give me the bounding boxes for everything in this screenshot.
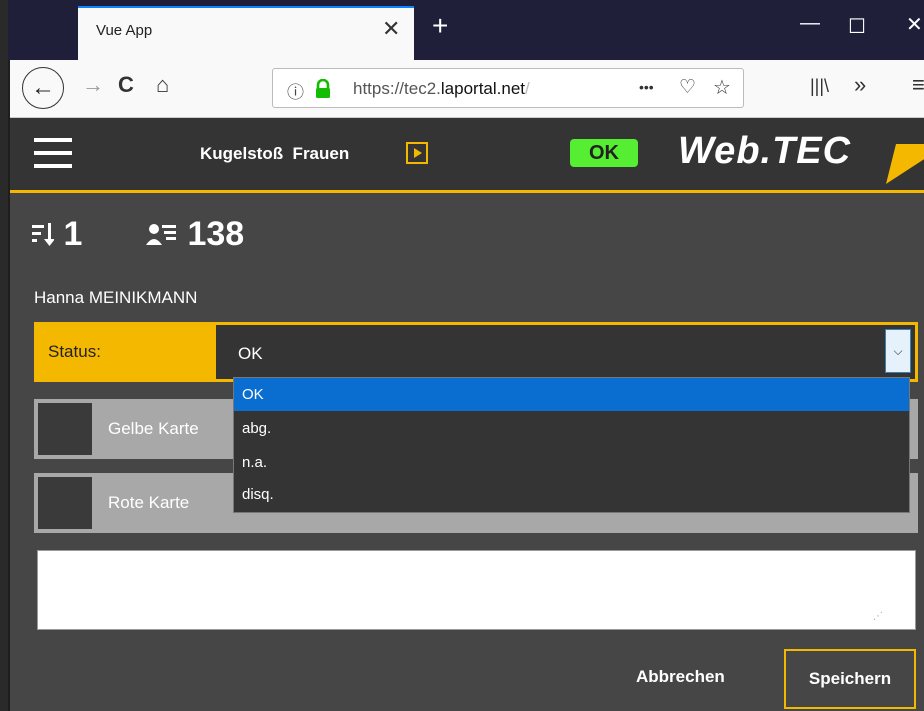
library-icon[interactable]: |||\ — [810, 76, 829, 97]
hamburger-menu-icon[interactable] — [34, 138, 72, 168]
bookmark-star-icon[interactable]: ☆ — [713, 75, 731, 100]
status-label: Status: — [48, 342, 101, 361]
maximize-icon[interactable]: ☐ — [848, 14, 866, 39]
status-selected-value: OK — [238, 344, 263, 363]
notes-textarea[interactable] — [37, 550, 916, 630]
app-header: Kugelstoß Frauen OK Web.TEC — [10, 118, 924, 190]
home-icon[interactable]: ⌂ — [156, 72, 169, 98]
status-field: Status: OK ⌵ — [34, 322, 918, 382]
window-edge — [0, 0, 8, 711]
yellow-card-label: Gelbe Karte — [108, 419, 199, 438]
main-content: 1 138 Hanna MEINIKMANN Status: OK ⌵ Gelb… — [10, 193, 924, 711]
lock-icon — [315, 78, 331, 104]
brand-logo-mark-icon — [886, 144, 924, 184]
forward-icon[interactable]: → — [82, 72, 104, 98]
url-text[interactable]: https://tec2.laportal.net/ — [353, 79, 530, 99]
athlete-list-icon — [146, 224, 176, 245]
app-window: Vue App ✕ + — ☐ ✕ ← → C ⌂ ⓘ https://tec2… — [0, 0, 924, 711]
url-bar[interactable]: ⓘ https://tec2.laportal.net/ ••• ♡ ☆ — [272, 68, 744, 108]
bib: 138 — [146, 215, 244, 254]
chevron-down-icon[interactable]: ⌵ — [885, 329, 911, 373]
status-option[interactable]: n.a. — [234, 446, 909, 479]
status-option[interactable]: OK — [234, 378, 909, 411]
yellow-card-checkbox[interactable] — [38, 403, 92, 455]
start-order: 1 — [32, 215, 82, 254]
close-window-icon[interactable]: ✕ — [906, 12, 923, 37]
page-actions-icon[interactable]: ••• — [639, 79, 654, 95]
status-badge: OK — [570, 139, 638, 167]
save-button[interactable]: Speichern — [784, 649, 916, 709]
bib-number: 138 — [187, 215, 245, 253]
action-bar: Abbrechen Speichern — [34, 643, 918, 711]
browser-navbar: ← → C ⌂ ⓘ https://tec2.laportal.net/ •••… — [10, 60, 924, 118]
red-card-checkbox[interactable] — [38, 477, 92, 529]
reload-icon[interactable]: C — [118, 72, 134, 98]
brand-logo-text: Web.TEC — [678, 130, 852, 172]
pocket-icon[interactable]: ♡ — [679, 76, 696, 99]
order-number: 1 — [63, 215, 83, 253]
info-icon[interactable]: ⓘ — [287, 78, 304, 103]
tab-title: Vue App — [96, 22, 153, 39]
minimize-icon[interactable]: — — [800, 12, 820, 35]
sort-order-icon — [32, 223, 55, 246]
status-select[interactable]: OK ⌵ — [216, 325, 915, 379]
overflow-menu-icon[interactable]: » — [854, 72, 866, 98]
red-card-label: Rote Karte — [108, 493, 190, 512]
resize-grip-icon[interactable]: ⋰ — [873, 611, 883, 622]
cancel-button[interactable]: Abbrechen — [636, 667, 725, 687]
athlete-name: Hanna MEINIKMANN — [34, 288, 198, 307]
app-menu-icon[interactable]: ≡ — [912, 72, 924, 98]
browser-tab[interactable]: Vue App ✕ — [78, 6, 414, 60]
status-option[interactable]: abg. — [234, 412, 909, 445]
status-dropdown-list: OK abg. n.a. disq. — [233, 377, 910, 513]
new-tab-icon[interactable]: + — [432, 10, 448, 42]
close-tab-icon[interactable]: ✕ — [382, 16, 400, 42]
event-title: Kugelstoß Frauen — [200, 144, 350, 163]
back-icon[interactable]: ← — [22, 67, 64, 109]
status-option[interactable]: disq. — [234, 478, 909, 511]
play-icon[interactable] — [406, 142, 428, 164]
